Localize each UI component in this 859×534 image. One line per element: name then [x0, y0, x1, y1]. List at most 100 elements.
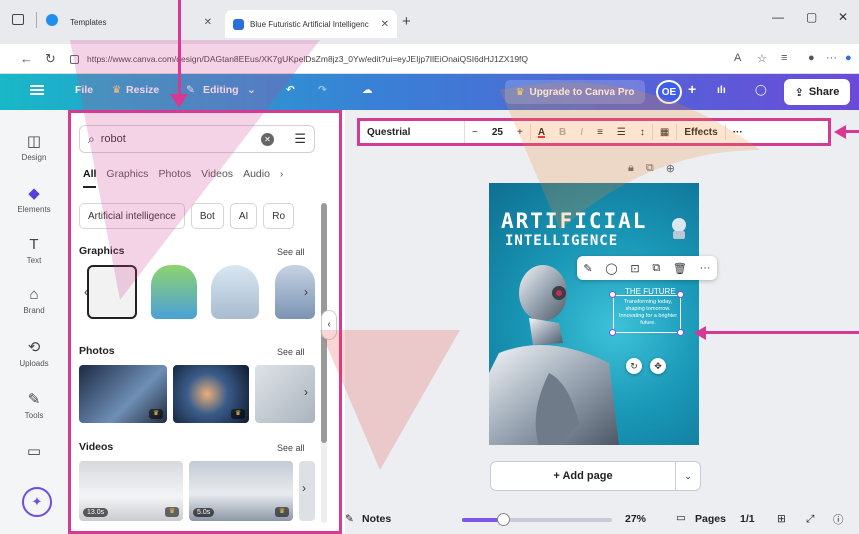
- magic-button[interactable]: ✦: [22, 487, 52, 517]
- close-icon[interactable]: ✕: [204, 17, 212, 28]
- help-icon[interactable]: ⓘ: [833, 512, 844, 527]
- robot-graphic[interactable]: [87, 265, 137, 319]
- robot-photo[interactable]: ♛: [79, 365, 167, 423]
- rail-item-projects[interactable]: ▭: [0, 442, 68, 463]
- chip[interactable]: Ro: [263, 203, 295, 229]
- add-page-button[interactable]: + Add page: [490, 461, 676, 491]
- cloud-sync-icon[interactable]: ☁: [362, 84, 373, 96]
- filter-icon[interactable]: ☰: [294, 131, 306, 147]
- edit-icon[interactable]: ✎: [583, 262, 592, 275]
- align-icon[interactable]: ≡: [590, 121, 610, 143]
- rail-item-text[interactable]: T Text: [0, 236, 68, 265]
- file-menu[interactable]: File: [75, 84, 93, 96]
- chevron-right-icon[interactable]: ›: [299, 285, 313, 301]
- url-field[interactable]: https://www.canva.com/design/DAGtan8EEus…: [70, 49, 770, 69]
- sidebar-toggle-icon[interactable]: [12, 14, 24, 25]
- chevron-down-icon[interactable]: ⌄: [675, 461, 701, 491]
- bold-icon[interactable]: B: [552, 121, 573, 143]
- profile-icon[interactable]: ●: [808, 52, 815, 64]
- robot-photo[interactable]: ♛: [173, 365, 249, 423]
- tab-audio[interactable]: Audio: [243, 168, 270, 188]
- text-color-icon[interactable]: A: [531, 121, 552, 143]
- design-page[interactable]: ARTIFICIAL INTELLIGENCE THE FUTURE Trans…: [489, 183, 699, 445]
- rail-item-elements[interactable]: ◆ Elements: [0, 184, 68, 214]
- fullscreen-icon[interactable]: ⤢: [806, 513, 814, 526]
- more-icon[interactable]: ···: [700, 262, 711, 274]
- chevron-right-icon[interactable]: ›: [299, 385, 313, 401]
- more-icon[interactable]: ···: [826, 52, 837, 64]
- reload-icon[interactable]: ↻: [45, 51, 56, 67]
- read-aloud-icon[interactable]: A: [734, 52, 741, 64]
- italic-icon[interactable]: I: [573, 121, 590, 143]
- move-icon[interactable]: ✥: [650, 358, 666, 374]
- tab-graphics[interactable]: Graphics: [106, 168, 148, 188]
- zoom-level[interactable]: 27%: [625, 513, 646, 525]
- more-options-button[interactable]: ···: [726, 121, 750, 143]
- maximize-button[interactable]: ▢: [806, 10, 817, 24]
- chip[interactable]: AI: [229, 203, 258, 229]
- chip[interactable]: Artificial intelligence: [79, 203, 185, 229]
- new-tab-button[interactable]: +: [402, 13, 411, 30]
- close-window-button[interactable]: ✕: [838, 10, 848, 24]
- avatar[interactable]: OE: [656, 80, 682, 104]
- copilot-icon[interactable]: ●: [845, 52, 852, 64]
- photos-see-all[interactable]: See all: [277, 347, 305, 357]
- pages-button[interactable]: Pages: [695, 513, 726, 525]
- menu-icon[interactable]: [30, 85, 44, 95]
- grid-view-icon[interactable]: ⊞: [777, 513, 786, 525]
- poster-title-line2[interactable]: INTELLIGENCE: [505, 233, 618, 249]
- font-size-decrease[interactable]: −: [465, 121, 485, 143]
- videos-see-all[interactable]: See all: [277, 443, 305, 453]
- rail-item-tools[interactable]: ✎ Tools: [0, 390, 68, 420]
- graphics-see-all[interactable]: See all: [277, 247, 305, 257]
- insights-icon[interactable]: ılı: [717, 84, 726, 96]
- upgrade-button[interactable]: ♛ Upgrade to Canva Pro: [505, 80, 645, 104]
- rail-item-brand[interactable]: ⌂ Brand: [0, 286, 68, 315]
- robot-graphic[interactable]: [211, 265, 259, 319]
- chevron-left-icon[interactable]: ‹: [79, 285, 93, 301]
- robot-video[interactable]: 13.0s ♛: [79, 461, 183, 521]
- robot-video[interactable]: 5.0s ♛: [189, 461, 293, 521]
- comment-icon[interactable]: ◯: [755, 84, 767, 96]
- back-icon[interactable]: ←: [20, 51, 33, 66]
- share-button[interactable]: ⇪ Share: [784, 79, 850, 105]
- collapse-panel-button[interactable]: ‹: [321, 310, 337, 340]
- close-icon[interactable]: ✕: [381, 19, 389, 30]
- panel-scrollbar[interactable]: [321, 203, 327, 523]
- effects-button[interactable]: Effects: [677, 121, 724, 143]
- rotate-icon[interactable]: ↻: [626, 358, 642, 374]
- add-collaborator-button[interactable]: +: [688, 81, 696, 97]
- clear-search-icon[interactable]: ✕: [261, 133, 274, 146]
- lock-icon[interactable]: 🔒︎: [628, 162, 634, 175]
- poster-title-line1[interactable]: ARTIFICIAL: [501, 209, 647, 233]
- notes-icon[interactable]: ✎: [345, 513, 354, 525]
- favorite-star-icon[interactable]: ☆: [757, 52, 767, 65]
- font-dropdown[interactable]: Questrial: [360, 121, 465, 143]
- chevron-right-icon[interactable]: ›: [280, 168, 284, 188]
- pages-icon[interactable]: ▭: [676, 512, 686, 524]
- duplicate-page-icon[interactable]: ⧉: [646, 162, 654, 175]
- tab-all[interactable]: All: [83, 168, 97, 188]
- resize-handle[interactable]: [677, 291, 684, 298]
- zoom-slider[interactable]: [462, 513, 612, 526]
- resize-handle[interactable]: [609, 329, 616, 336]
- transparency-icon[interactable]: ▦: [653, 121, 676, 143]
- search-input[interactable]: ⌕ robot ✕ ☰: [79, 125, 315, 153]
- comment-icon[interactable]: ◯: [605, 262, 617, 275]
- editing-dropdown[interactable]: Editing: [203, 84, 239, 96]
- tab-design[interactable]: Blue Futuristic Artificial Intelligenc ✕: [225, 10, 397, 38]
- resize-handle[interactable]: [609, 291, 616, 298]
- notes-button[interactable]: Notes: [362, 513, 391, 525]
- resize-handle[interactable]: [677, 329, 684, 336]
- tab-templates[interactable]: Templates ✕: [62, 10, 220, 34]
- tab-photos[interactable]: Photos: [158, 168, 191, 188]
- chevron-down-icon[interactable]: ⌄: [247, 84, 256, 96]
- chip[interactable]: Bot: [190, 203, 224, 229]
- lock-icon[interactable]: ⊡: [630, 262, 639, 275]
- spacing-icon[interactable]: ↕: [633, 121, 652, 143]
- font-size-increase[interactable]: +: [510, 121, 530, 143]
- rail-item-design[interactable]: ◫ Design: [0, 132, 68, 162]
- undo-icon[interactable]: ↶: [286, 84, 295, 96]
- zoom-slider-knob[interactable]: [497, 513, 510, 526]
- delete-icon[interactable]: 🗑︎: [673, 262, 687, 275]
